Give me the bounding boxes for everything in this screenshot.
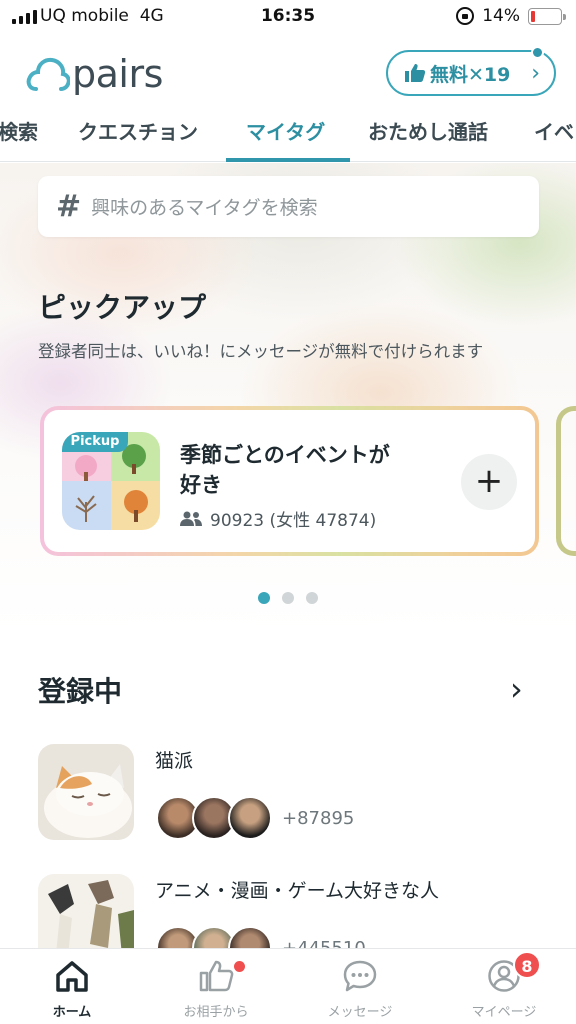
pickup-badge: Pickup	[62, 432, 128, 452]
pager-dot[interactable]	[258, 592, 270, 604]
tag-name: アニメ・漫画・ゲーム大好きな人	[155, 880, 440, 902]
logo-text: pairs	[72, 52, 163, 96]
status-bar: UQ mobile 4G 16:35 14%	[0, 0, 576, 34]
pager-dot[interactable]	[306, 592, 318, 604]
nav-my-page[interactable]: 8 マイページ	[432, 949, 576, 1024]
nav-messages-label: メッセージ	[327, 1005, 393, 1020]
free-like-button[interactable]: 無料✕19 ›	[386, 46, 556, 96]
active-tab-indicator	[226, 158, 350, 162]
tag-search-input[interactable]: # 興味のあるマイタグを検索	[38, 176, 539, 237]
pickup-description: 登録者同士は、いいね！にメッセージが無料で付けられます	[38, 342, 484, 361]
pickup-tag-image: Pickup	[62, 432, 160, 530]
thumbs-up-icon	[405, 64, 426, 82]
tab-event[interactable]: イベ	[534, 116, 574, 145]
hash-icon: #	[56, 189, 82, 224]
tab-search[interactable]: 検索	[0, 116, 38, 145]
registered-tag-item[interactable]: 猫派 +87895	[38, 744, 538, 844]
tab-bar: 検索 クエスチョン マイタグ おためし通話 イベ	[0, 102, 576, 162]
cat-photo	[38, 744, 134, 840]
nav-messages[interactable]: メッセージ	[288, 949, 432, 1024]
registered-chevron-icon[interactable]: ›	[510, 670, 523, 708]
battery-fill	[531, 10, 535, 22]
pickup-tag-name: 季節ごとのイベントが好き	[180, 443, 390, 497]
chat-bubble-icon	[343, 960, 377, 992]
tab-trial-call[interactable]: おためし通話	[368, 116, 488, 145]
tag-member-count: +87895	[282, 808, 355, 829]
thumbs-up-icon	[199, 960, 234, 992]
pickup-member-count: 90923 (女性 47874)	[180, 506, 376, 531]
tag-name: 猫派	[155, 750, 194, 772]
pairs-logo: pairs	[26, 52, 163, 96]
carousel-pager	[0, 592, 576, 604]
rotation-lock-icon	[456, 7, 475, 25]
next-pickup-card[interactable]	[556, 406, 576, 556]
tab-my-tag[interactable]: マイタグ	[246, 116, 325, 145]
battery-percent: 14%	[482, 6, 520, 26]
free-like-label: 無料✕19	[430, 63, 511, 86]
notification-dot	[234, 961, 245, 972]
tag-search-placeholder: 興味のあるマイタグを検索	[91, 197, 318, 219]
nav-home[interactable]: ホーム	[0, 949, 144, 1024]
notification-dot	[531, 46, 544, 59]
nav-home-label: ホーム	[52, 1005, 92, 1020]
member-avatars	[156, 796, 272, 840]
avatar	[228, 796, 272, 840]
chevron-right-icon: ›	[531, 60, 540, 86]
pickup-card-body: Pickup 季節ごとのイベントが好き 90923 (女性 47874) +	[44, 410, 535, 552]
battery-icon	[528, 7, 566, 25]
nav-likes-label: お相手から	[183, 1005, 249, 1020]
bottom-navigation: ホーム お相手から メッセージ 8 マイページ	[0, 948, 576, 1024]
cloud-logo-icon	[26, 57, 70, 91]
cat-tag-image	[38, 744, 134, 840]
pager-dot[interactable]	[282, 592, 294, 604]
registered-title: 登録中	[38, 675, 123, 708]
home-icon	[56, 961, 88, 992]
add-tag-button[interactable]: +	[461, 454, 517, 510]
tab-question[interactable]: クエスチョン	[78, 116, 198, 145]
pickup-member-text: 90923 (女性 47874)	[210, 511, 377, 531]
status-right: 14%	[456, 6, 566, 26]
nav-likes-received[interactable]: お相手から	[144, 949, 288, 1024]
nav-my-page-label: マイページ	[471, 1005, 537, 1020]
members-icon	[180, 511, 202, 526]
pickup-title: ピックアップ	[38, 291, 207, 324]
pickup-card[interactable]: Pickup 季節ごとのイベントが好き 90923 (女性 47874) +	[40, 406, 539, 556]
notification-badge: 8	[513, 951, 541, 979]
